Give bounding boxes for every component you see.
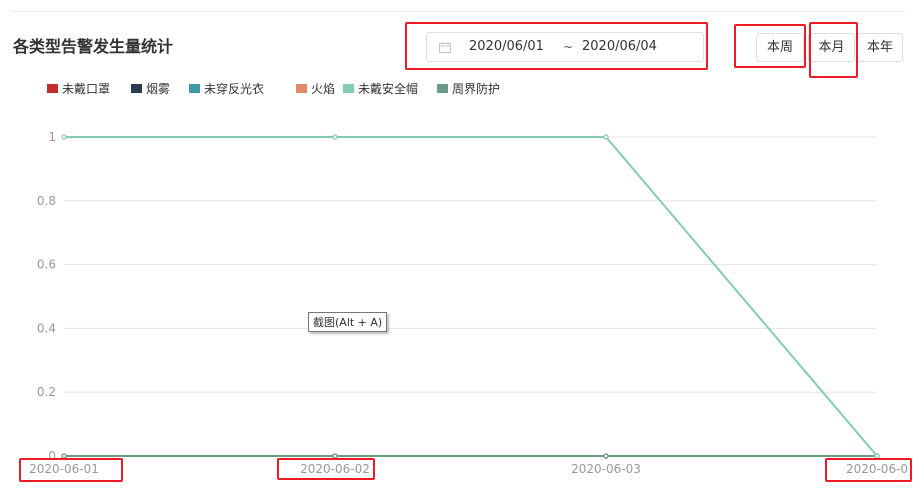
date-range-highlight (405, 22, 708, 70)
xlabel-highlight-1 (19, 458, 123, 482)
xlabel-highlight-2 (277, 458, 375, 480)
x-tick-label: 2020-06-03 (571, 462, 641, 476)
line-chart: 00.20.40.60.812020-06-01 2020-06-02 2020-0… (29, 130, 908, 476)
month-button-highlight (809, 22, 858, 78)
data-point (61, 134, 67, 140)
y-tick-label: 0.6 (37, 258, 56, 272)
screenshot-tooltip: 截图(Alt + A) (308, 312, 388, 332)
y-tick-label: 0.4 (37, 321, 56, 335)
y-tick-label: 0.8 (37, 194, 56, 208)
data-point (332, 134, 338, 140)
xlabel-highlight-4 (825, 458, 912, 482)
series-line (64, 136, 878, 457)
week-button-highlight (734, 24, 806, 68)
y-tick-label: 1 (48, 130, 56, 144)
data-point (603, 453, 609, 459)
data-point (603, 134, 609, 140)
y-tick-label: 0.2 (37, 385, 56, 399)
